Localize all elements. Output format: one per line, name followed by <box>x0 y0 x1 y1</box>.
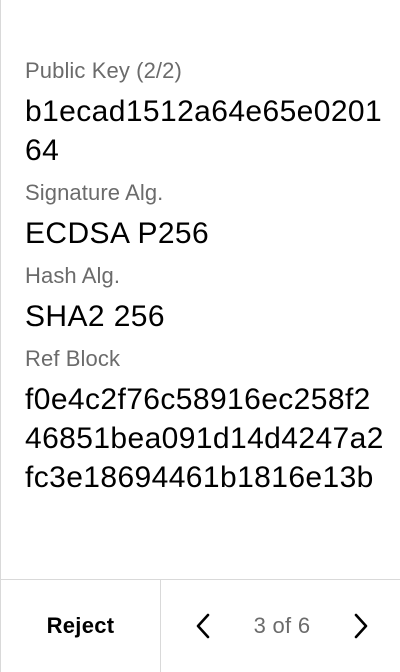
field-label: Signature Alg. <box>25 180 164 205</box>
page-indicator: 3 of 6 <box>253 613 311 638</box>
field-public-key: Public Key (2/2) b1ecad1512a64e65e020164 <box>25 58 384 170</box>
field-value: f0e4c2f76c58916ec258f246851bea091d14d424… <box>25 383 384 494</box>
field-value: ECDSA P256 <box>25 217 210 250</box>
field-label: Hash Alg. <box>25 263 121 288</box>
field-label: Ref Block <box>25 346 121 371</box>
field-ref-block: Ref Block f0e4c2f76c58916ec258f246851bea… <box>25 346 384 497</box>
field-value: SHA2 256 <box>25 300 165 333</box>
reject-button[interactable]: Reject <box>1 580 161 672</box>
chevron-right-icon[interactable] <box>349 612 373 640</box>
field-hash-alg: Hash Alg. SHA2 256 <box>25 263 384 336</box>
chevron-left-icon[interactable] <box>191 612 215 640</box>
pager: 3 of 6 <box>161 580 400 672</box>
transaction-review-screen: Public Key (2/2) b1ecad1512a64e65e020164… <box>0 0 400 672</box>
field-list: Public Key (2/2) b1ecad1512a64e65e020164… <box>25 58 384 507</box>
field-value: b1ecad1512a64e65e020164 <box>25 95 383 167</box>
field-label: Public Key (2/2) <box>25 58 182 83</box>
footer-bar: Reject 3 of 6 <box>1 579 400 672</box>
field-signature-alg: Signature Alg. ECDSA P256 <box>25 180 384 253</box>
